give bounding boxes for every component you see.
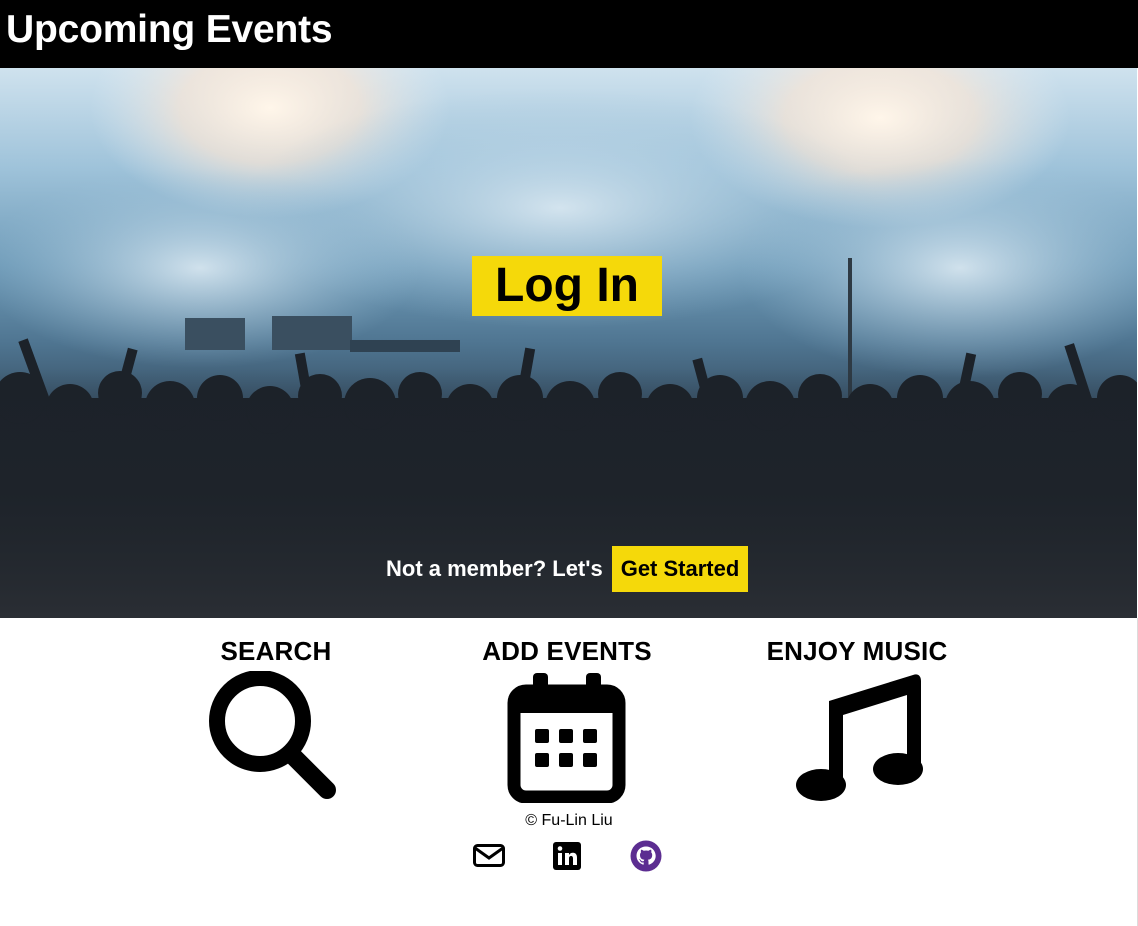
page-title: Upcoming Events <box>6 8 333 51</box>
feature-title: ADD EVENTS <box>482 636 652 666</box>
feature-add-events: ADD EVENTS <box>457 636 677 803</box>
hero-banner: Log In Not a member? Let's Get Started <box>0 68 1137 618</box>
feature-title: SEARCH <box>220 636 332 666</box>
email-link[interactable] <box>472 840 506 875</box>
concert-crowd-image <box>0 68 1137 618</box>
github-icon <box>630 840 662 872</box>
feature-search: SEARCH <box>166 636 386 801</box>
search-icon <box>209 671 336 799</box>
feature-enjoy-music: ENJOY MUSIC <box>747 636 967 803</box>
music-icon <box>796 674 923 801</box>
login-button[interactable]: Log In <box>472 256 662 316</box>
linkedin-link[interactable] <box>552 840 582 877</box>
linkedin-icon <box>553 842 581 870</box>
feature-title: ENJOY MUSIC <box>766 636 948 666</box>
github-link[interactable] <box>630 840 662 877</box>
signup-prompt-text: Not a member? Let's <box>386 556 603 581</box>
envelope-icon <box>473 844 505 867</box>
header-bar: Upcoming Events <box>0 0 1138 68</box>
copyright-text: © Fu-Lin Liu <box>525 812 613 829</box>
get-started-button[interactable]: Get Started <box>612 546 748 592</box>
calendar-icon <box>507 673 626 803</box>
